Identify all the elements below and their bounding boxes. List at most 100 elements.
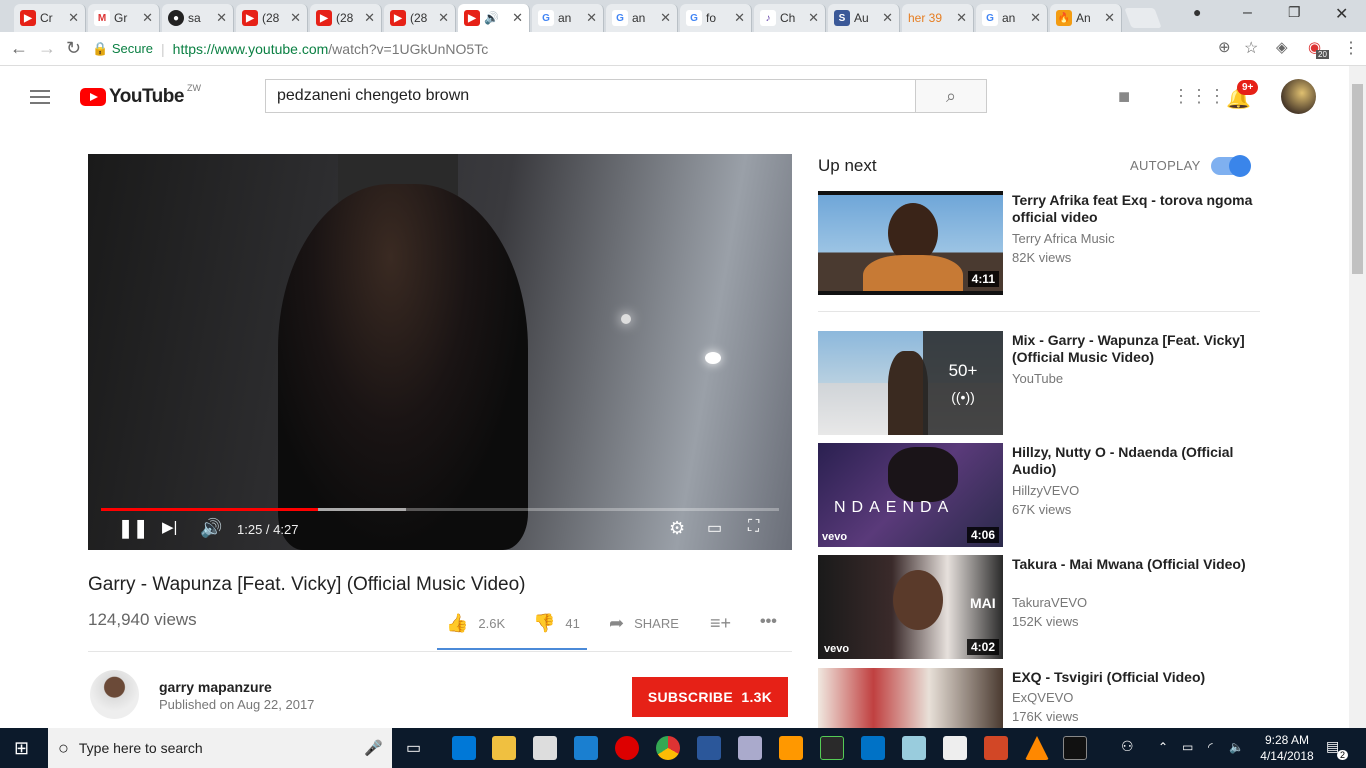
close-tab-icon[interactable]: ✕ — [808, 10, 819, 26]
close-tab-icon[interactable]: ✕ — [68, 10, 79, 26]
theater-mode-icon[interactable]: ▭ — [707, 518, 722, 538]
browser-tab[interactable]: her 39 ✕ — [902, 4, 974, 32]
autoplay-toggle[interactable] — [1211, 155, 1251, 177]
pycharm-icon[interactable] — [820, 736, 844, 760]
browser-tab[interactable]: ● sa ✕ — [162, 4, 234, 32]
close-tab-icon[interactable]: ✕ — [438, 10, 449, 26]
pause-button[interactable]: ❚❚ — [118, 518, 148, 539]
apps-grid-icon[interactable]: ⋮⋮⋮ — [1172, 86, 1226, 107]
close-tab-icon[interactable]: ✕ — [290, 10, 301, 26]
reload-icon[interactable]: ↻ — [66, 38, 81, 59]
add-to-playlist-button[interactable]: ≡+ — [710, 613, 741, 634]
next-button[interactable]: ▶| — [162, 518, 177, 536]
browser-tab[interactable]: S Au ✕ — [828, 4, 900, 32]
secure-indicator[interactable]: 🔒 Secure — [92, 41, 153, 57]
terminal-icon[interactable] — [1063, 736, 1087, 760]
video-title[interactable]: EXQ - Tsvigiri (Official Video) — [1012, 669, 1258, 686]
channel-name[interactable]: garry mapanzure — [159, 679, 272, 695]
browser-tab[interactable]: Gfo ✕ — [680, 4, 752, 32]
file-explorer-icon[interactable] — [492, 736, 516, 760]
close-tab-icon[interactable]: ✕ — [216, 10, 227, 26]
windows-start-icon[interactable]: ⊞ — [14, 738, 29, 759]
sublime-icon[interactable] — [779, 736, 803, 760]
mail-icon[interactable] — [533, 736, 557, 760]
up-next-video[interactable]: EXQ - Tsvigiri (Official Video) ExQVEVO … — [818, 668, 1258, 728]
edge-icon[interactable] — [452, 736, 476, 760]
zoom-icon[interactable]: ⊕ — [1218, 38, 1231, 56]
chrome-icon[interactable] — [656, 736, 680, 760]
volume-tray-icon[interactable]: 🔈 — [1229, 739, 1244, 755]
new-tab-button[interactable] — [1124, 8, 1162, 28]
minimize-button[interactable]: – — [1243, 4, 1252, 22]
close-tab-icon[interactable]: ✕ — [142, 10, 153, 26]
up-next-video[interactable]: 50+ ((•)) Mix - Garry - Wapunza [Feat. V… — [818, 331, 1258, 435]
back-icon[interactable]: ← — [10, 38, 28, 59]
close-tab-icon[interactable]: ✕ — [364, 10, 375, 26]
close-tab-icon[interactable]: ✕ — [882, 10, 893, 26]
fullscreen-icon[interactable]: ⛶ — [748, 518, 759, 536]
close-tab-icon[interactable]: ✕ — [660, 10, 671, 26]
page-scrollbar[interactable] — [1349, 66, 1366, 728]
close-tab-icon[interactable]: ✕ — [734, 10, 745, 26]
url-text[interactable]: https://www.youtube.com/watch?v=1UGkUnNO… — [173, 41, 489, 57]
omnibox[interactable]: 🔒 Secure | https://www.youtube.com/watch… — [92, 36, 1266, 62]
notepad-icon[interactable] — [902, 736, 926, 760]
video-player[interactable]: ❚❚ ▶| 🔊 1:25 / 4:27 ⚙ ▭ ⛶ — [88, 154, 792, 550]
video-progress-bar[interactable] — [101, 508, 779, 511]
browser-tab[interactable]: 🔥 An ✕ — [1050, 4, 1122, 32]
browser-tab[interactable]: ▶ Cr ✕ — [14, 4, 86, 32]
settings-gear-icon[interactable]: ⚙ — [669, 518, 685, 539]
browser-tab[interactable]: ▶ (28 ✕ — [236, 4, 308, 32]
word-icon[interactable] — [697, 736, 721, 760]
close-tab-icon[interactable]: ✕ — [956, 10, 967, 26]
audio-playing-icon[interactable]: 🔊 — [484, 11, 510, 25]
up-next-video[interactable]: MAI vevo 4:02 Takura - Mai Mwana (Offici… — [818, 555, 1258, 659]
subscribe-button[interactable]: SUBSCRIBE 1.3K — [632, 677, 788, 717]
upload-video-icon[interactable]: ■ — [1118, 86, 1130, 109]
search-button[interactable]: ⌕ — [915, 79, 987, 113]
up-next-video[interactable]: NDAENDA vevo 4:06 Hillzy, Nutty O - Ndae… — [818, 443, 1258, 547]
task-view-icon[interactable]: ▭ — [406, 738, 421, 758]
chrome-menu-icon[interactable]: ⋮ — [1343, 38, 1359, 58]
volume-icon[interactable]: 🔊 — [200, 518, 222, 539]
video-thumbnail[interactable]: 4:11 — [818, 191, 1003, 295]
browser-tab[interactable]: Gan ✕ — [532, 4, 604, 32]
like-button[interactable]: 👍 2.6K — [446, 613, 505, 634]
browser-tab[interactable]: ♪ Ch ✕ — [754, 4, 826, 32]
youtube-logo[interactable]: YouTube ZW — [80, 83, 201, 108]
video-thumbnail[interactable]: 50+ ((•)) — [818, 331, 1003, 435]
microphone-icon[interactable]: 🎤 — [364, 739, 383, 757]
bookmark-star-icon[interactable]: ☆ — [1244, 38, 1258, 58]
video-thumbnail[interactable]: NDAENDA vevo 4:06 — [818, 443, 1003, 547]
video-title[interactable]: Takura - Mai Mwana (Official Video) — [1012, 556, 1258, 573]
extension-icon[interactable]: ◈ — [1276, 38, 1288, 56]
video-thumbnail[interactable]: MAI vevo 4:02 — [818, 555, 1003, 659]
system-clock[interactable]: 9:28 AM 4/14/2018 — [1252, 732, 1322, 764]
profile-icon[interactable]: ● — [1193, 4, 1201, 20]
tray-chevron-icon[interactable]: ⌃ — [1158, 739, 1168, 755]
people-icon[interactable]: ⚇ — [1121, 738, 1134, 754]
close-window-button[interactable]: ✕ — [1335, 4, 1348, 24]
browser-tab[interactable]: Gan ✕ — [976, 4, 1048, 32]
up-next-video[interactable]: 4:11 Terry Afrika feat Exq - torova ngom… — [818, 191, 1258, 295]
browser-tab[interactable]: Gan ✕ — [606, 4, 678, 32]
wifi-icon[interactable]: ◜ — [1208, 739, 1213, 755]
battery-icon[interactable]: ▭ — [1182, 739, 1193, 755]
user-avatar[interactable] — [1281, 79, 1316, 114]
close-tab-icon[interactable]: ✕ — [512, 10, 523, 26]
browser-tab[interactable]: ▶ (28 ✕ — [310, 4, 382, 32]
close-tab-icon[interactable]: ✕ — [1104, 10, 1115, 26]
hamburger-menu-icon[interactable] — [30, 90, 50, 108]
photos-icon[interactable] — [943, 736, 967, 760]
outlook-icon[interactable] — [861, 736, 885, 760]
close-tab-icon[interactable]: ✕ — [1030, 10, 1041, 26]
more-actions-button[interactable]: ••• — [760, 613, 787, 631]
video-title[interactable]: Hillzy, Nutty O - Ndaenda (Official Audi… — [1012, 444, 1258, 478]
opera-icon[interactable] — [615, 736, 639, 760]
channel-avatar[interactable] — [90, 670, 139, 719]
search-input[interactable]: pedzaneni chengeto brown — [265, 79, 916, 113]
app-icon[interactable] — [574, 736, 598, 760]
powerpoint-icon[interactable] — [984, 736, 1008, 760]
scrollbar-thumb[interactable] — [1352, 84, 1363, 274]
vlc-icon[interactable] — [1025, 736, 1049, 760]
